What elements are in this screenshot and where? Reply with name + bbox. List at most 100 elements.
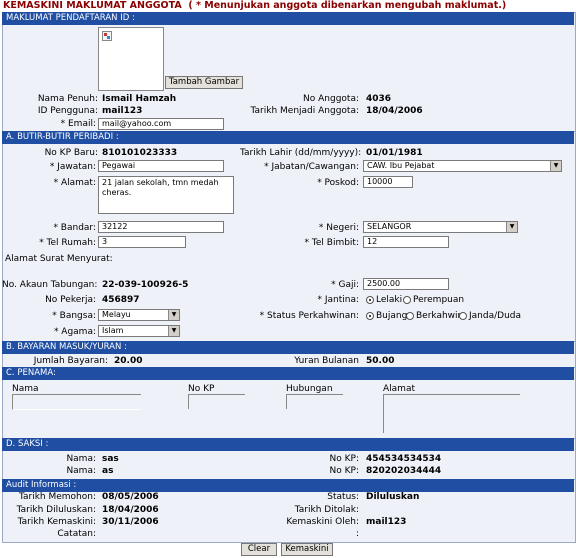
nominee-address-textarea[interactable]: [383, 394, 520, 433]
gender-radio-female[interactable]: [403, 296, 411, 304]
clear-button[interactable]: Clear: [241, 543, 277, 556]
witness-1-ic-label: No KP:: [329, 454, 359, 464]
approved-date-label: Tarikh Diluluskan:: [16, 505, 96, 515]
gender-label: * Jantina:: [317, 295, 359, 305]
monthly-fee-label: Yuran Bulanan: [294, 356, 359, 366]
member-no-value: 4036: [366, 94, 392, 104]
salary-input[interactable]: 2500.00: [363, 278, 449, 290]
gender-option-male: Lelaki: [376, 295, 403, 305]
registration-header: MAKLUMAT PENDAFTARAN ID :: [2, 12, 574, 25]
witness-2-ic-label: No KP:: [329, 466, 359, 476]
savings-account-label: No. Akaun Tabungan:: [2, 280, 98, 290]
witness-2-name-value: as: [102, 466, 114, 476]
race-select-value: Melayu: [102, 310, 131, 319]
savings-account-value: 22-039-100926-5: [102, 280, 189, 290]
updated-date-label: Tarikh Kemaskini:: [17, 517, 96, 527]
marital-option-widowed: Janda/Duda: [469, 311, 521, 321]
nominee-col-name: Nama: [12, 384, 39, 394]
email-input[interactable]: mail@yahoo.com: [98, 118, 224, 130]
position-label: * Jawatan:: [49, 162, 96, 172]
birth-date-value: 01/01/1981: [366, 148, 423, 158]
marital-radio-widowed[interactable]: [459, 312, 467, 320]
monthly-fee-value: 50.00: [366, 356, 395, 366]
address-textarea[interactable]: 21 jalan sekolah, tmn medah cheras.: [98, 176, 234, 214]
birth-date-label: Tarikh Lahir (dd/mm/yyyy):: [240, 148, 362, 158]
city-label: * Bandar:: [53, 223, 96, 233]
mobile-phone-label: * Tel Bimbit:: [304, 238, 359, 248]
full-name-value: Ismail Hamzah: [102, 94, 177, 104]
nominee-ic-input[interactable]: [188, 394, 245, 409]
witness-1-ic-value: 454534534534: [366, 454, 442, 464]
broken-image-icon: [102, 31, 112, 41]
marital-option-single: Bujang: [376, 311, 408, 321]
add-image-button[interactable]: Tambah Gambar: [165, 76, 243, 89]
full-name-label: Nama Penuh:: [37, 94, 98, 104]
chevron-down-icon: ▼: [168, 326, 179, 336]
status-value: Diluluskan: [366, 492, 420, 502]
approved-date-value: 18/04/2006: [102, 505, 159, 515]
updated-date-value: 30/11/2006: [102, 517, 159, 527]
nominee-header: C. PENAMA:: [2, 367, 574, 380]
nominee-name-input[interactable]: [12, 394, 141, 410]
notes-colon: :: [356, 529, 360, 539]
nominee-col-ic: No KP: [188, 384, 215, 394]
updated-by-label: Kemaskini Oleh:: [286, 517, 359, 527]
position-input[interactable]: Pegawai: [98, 160, 224, 172]
marital-option-married: Berkahwin: [416, 311, 464, 321]
update-button[interactable]: Kemaskini: [281, 543, 333, 556]
witness-2-ic-value: 820202034444: [366, 466, 442, 476]
witness-2-name-label: Nama:: [66, 466, 96, 476]
witness-1-name-label: Nama:: [66, 454, 96, 464]
chevron-down-icon: ▼: [550, 161, 561, 171]
religion-label: * Agama:: [53, 327, 96, 337]
marital-radio-single[interactable]: [366, 312, 374, 320]
marital-radio-married[interactable]: [406, 312, 414, 320]
user-id-label: ID Pengguna:: [37, 106, 98, 116]
total-payment-value: 20.00: [114, 356, 143, 366]
salary-label: * Gaji:: [331, 280, 359, 290]
city-input[interactable]: 32122: [98, 221, 224, 233]
member-no-label: No Anggota:: [303, 94, 359, 104]
join-date-label: Tarikh Menjadi Anggota:: [250, 106, 359, 116]
apply-date-label: Tarikh Memohon:: [18, 492, 96, 502]
member-photo: [98, 27, 164, 91]
ic-no-label: No KP Baru:: [44, 148, 98, 158]
updated-by-value: mail123: [366, 517, 407, 527]
gender-radio-male[interactable]: [366, 296, 374, 304]
department-label: * Jabatan/Cawangan:: [264, 162, 359, 172]
department-select[interactable]: CAW. Ibu Pejabat ▼: [363, 160, 562, 172]
nominee-col-relation: Hubungan: [286, 384, 333, 394]
religion-select-value: Islam: [102, 326, 124, 335]
email-label: * Email:: [60, 119, 96, 129]
page-title-note: ( * Menunjukan anggota dibenarkan mengub…: [188, 0, 507, 11]
rejected-date-label: Tarikh Ditolak:: [294, 505, 359, 515]
personal-header: A. BUTIR-BUTIR PERIBADI :: [2, 131, 574, 144]
mobile-phone-input[interactable]: 12: [363, 236, 449, 248]
nominee-relation-input[interactable]: [286, 394, 343, 409]
page-title: KEMASKINI MAKLUMAT ANGGOTA ( * Menunjuka…: [3, 0, 506, 11]
nominee-col-address: Alamat: [383, 384, 415, 394]
address-label: * Alamat:: [53, 178, 96, 188]
religion-select[interactable]: Islam ▼: [98, 325, 180, 337]
home-phone-input[interactable]: 3: [98, 236, 186, 248]
postcode-label: * Poskod:: [317, 178, 359, 188]
join-date-value: 18/04/2006: [366, 106, 423, 116]
audit-header: Audit Informasi :: [2, 479, 574, 492]
mailing-address-label: Alamat Surat Menyurat:: [5, 254, 113, 264]
status-label: Status:: [327, 492, 359, 502]
home-phone-label: * Tel Rumah:: [39, 238, 96, 248]
witness-header: D. SAKSI :: [2, 438, 574, 451]
chevron-down-icon: ▼: [168, 310, 179, 320]
witness-1-name-value: sas: [102, 454, 119, 464]
payment-header: B. BAYARAN MASUK/YURAN :: [2, 341, 574, 354]
state-label: * Negeri:: [318, 223, 359, 233]
postcode-input[interactable]: 10000: [363, 176, 413, 188]
notes-label: Catatan:: [57, 529, 96, 539]
state-select[interactable]: SELANGOR ▼: [363, 221, 518, 233]
page-title-text: KEMASKINI MAKLUMAT ANGGOTA: [3, 0, 182, 11]
employee-no-value: 456897: [102, 295, 140, 305]
chevron-down-icon: ▼: [506, 222, 517, 232]
race-label: * Bangsa:: [52, 311, 96, 321]
marital-status-label: * Status Perkahwinan:: [259, 311, 359, 321]
race-select[interactable]: Melayu ▼: [98, 309, 180, 321]
